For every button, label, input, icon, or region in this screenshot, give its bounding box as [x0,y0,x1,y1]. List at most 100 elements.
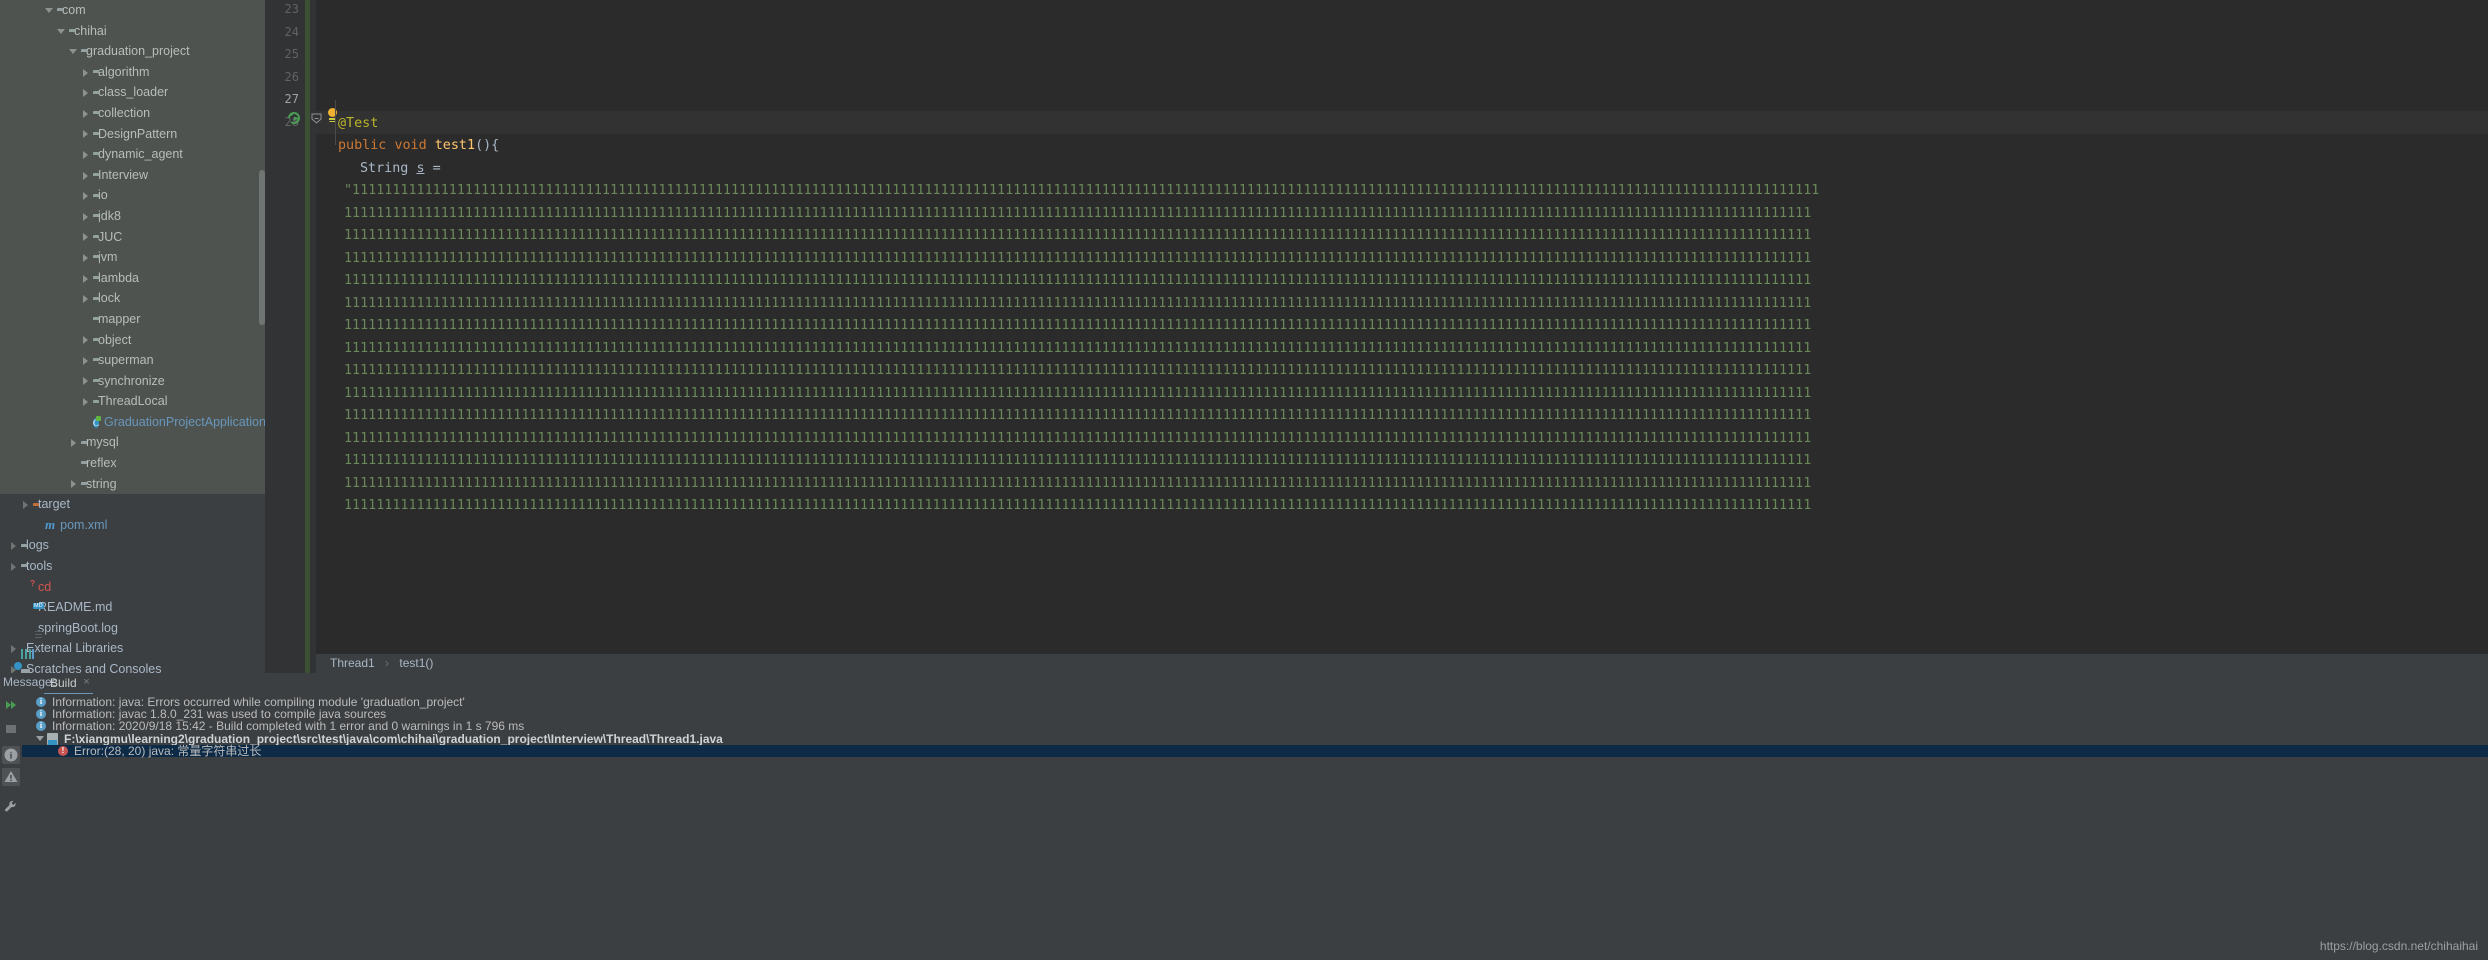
tab-build[interactable]: Build × [44,673,93,695]
chevron-right-icon[interactable] [80,67,91,78]
messages-list[interactable]: i Information: java: Errors occurred whil… [22,694,2488,960]
breadcrumb-class[interactable]: Thread1 [330,656,375,670]
tree-item-algorithm[interactable]: algorithm [0,61,265,83]
build-message-error[interactable]: ! Error:(28, 20) java: 常量字符串过长 [22,744,2488,757]
chevron-right-icon[interactable] [80,396,91,407]
code-line-string-literal: 1111111111111111111111111111111111111111… [344,318,1812,333]
chevron-right-icon[interactable] [80,273,91,284]
run-test-gutter-icon[interactable] [287,111,301,125]
tree-item-springboot-log[interactable]: springBoot.log [0,617,265,639]
chevron-right-icon[interactable] [68,478,79,489]
chevron-right-icon[interactable] [80,211,91,222]
tree-item-lambda[interactable]: lambda [0,267,265,289]
close-icon[interactable]: × [83,676,89,688]
tree-item-chihai[interactable]: chihai [0,20,265,42]
tree-item-mysql[interactable]: mysql [0,432,265,454]
tree-item-mapper[interactable]: mapper [0,308,265,330]
tree-item-class-loader[interactable]: class_loader [0,82,265,103]
stop-icon[interactable] [2,720,20,738]
line-number: 24 [284,24,299,39]
tree-item-label: graduation_project [86,44,190,59]
tree-item-string[interactable]: string [0,473,265,495]
tree-item-interview[interactable]: Interview [0,164,265,186]
chevron-right-icon[interactable] [80,293,91,304]
tree-item-juc[interactable]: JUC [0,226,265,248]
code-line-string-literal: 1111111111111111111111111111111111111111… [344,273,1812,288]
tree-item-logs[interactable]: logs [0,535,265,557]
build-message-info[interactable]: i Information: 2020/9/18 15:42 - Build co… [22,720,2488,732]
code-text[interactable]: @Test public void test1(){String s = "1111… [316,0,2488,673]
chevron-right-icon[interactable] [80,375,91,386]
info-filter-icon[interactable]: i [2,746,20,764]
tree-item-reflex[interactable]: reflex [0,453,265,474]
chevron-down-icon[interactable] [44,5,55,16]
tree-item-dynamic-agent[interactable]: dynamic_agent [0,144,265,165]
tree-item-designpattern[interactable]: DesignPattern [0,123,265,145]
tree-item-external-libraries[interactable]: External Libraries [0,638,265,659]
chevron-right-icon[interactable] [20,499,31,510]
chevron-right-icon[interactable] [80,108,91,119]
tree-item-jvm[interactable]: jvm [0,247,265,268]
code-line-string-decl: String s = [360,160,441,176]
messages-toolbar[interactable]: i [0,694,22,960]
chevron-right-icon[interactable] [8,561,19,572]
tree-item-superman[interactable]: superman [0,350,265,371]
chevron-right-icon[interactable] [80,170,91,181]
chevron-down-icon[interactable] [36,734,45,743]
chevron-right-icon[interactable] [80,128,91,139]
line-number: 25 [284,47,299,61]
tree-item-cd[interactable]: ? cd [0,576,265,598]
code-editor[interactable]: 232425262728 @Testpublic void test [265,0,2488,673]
chevron-right-icon[interactable] [80,334,91,345]
editor-breadcrumb[interactable]: Thread1 › test1() [316,654,2488,673]
tree-item-com[interactable]: com [0,0,265,21]
tree-item-tools[interactable]: tools [0,556,265,577]
build-message-info[interactable]: i Information: java: Errors occurred whil… [22,696,2488,708]
breadcrumb-method[interactable]: test1() [399,656,433,670]
tree-item-pom-xml[interactable]: m pom.xml [0,514,265,536]
breadcrumb-separator-icon: › [385,656,390,670]
chevron-down-icon[interactable] [68,46,79,57]
chevron-right-icon[interactable] [80,190,91,201]
chevron-right-icon[interactable] [80,149,91,160]
project-tree-panel[interactable]: com chihai graduation_project algorithm clas… [0,0,265,673]
chevron-right-icon[interactable] [80,355,91,366]
project-tree[interactable]: com chihai graduation_project algorithm clas… [0,0,265,673]
chevron-down-icon[interactable] [56,25,67,36]
tree-item-scratches-and-consoles[interactable]: Scratches and Consoles [0,659,265,673]
chevron-right-icon[interactable] [80,252,91,263]
build-message-text: Information: java: Errors occurred while… [52,695,465,710]
tree-item-io[interactable]: io [0,185,265,206]
tree-item-label: reflex [86,456,117,471]
build-message-file-path[interactable]: F:\xiangmu\learning2\graduation_project\… [22,732,2488,745]
tree-item-object[interactable]: object [0,329,265,351]
tree-item-label: collection [98,105,151,120]
chevron-right-icon[interactable] [68,437,79,448]
line-number: 27 [284,92,299,106]
chevron-right-icon[interactable] [80,87,91,98]
editor-gutter[interactable]: 23 24 25 26 27 28 [265,0,305,673]
chevron-right-icon[interactable] [8,643,19,654]
build-message-text: Information: 2020/9/18 15:42 - Build com… [52,719,525,734]
code-line-string-literal: 1111111111111111111111111111111111111111… [344,363,1812,378]
tree-item-lock[interactable]: lock [0,288,265,309]
tree-item-graduation-project[interactable]: graduation_project [0,41,265,62]
code-line-blank-24 [316,68,2488,91]
tree-item-jdk8[interactable]: jdk8 [0,205,265,227]
tree-item-graduationprojectapplicationtests[interactable]: C GraduationProjectApplicationTests [0,411,265,433]
test-annotation: @Test [338,115,379,131]
run-all-icon[interactable] [2,696,20,714]
code-line-string-literal: 1111111111111111111111111111111111111111… [344,205,1812,221]
warning-filter-icon[interactable] [2,768,20,786]
tree-item-target[interactable]: target [0,494,265,515]
settings-wrench-icon[interactable] [2,798,20,816]
tree-item-readme-md[interactable]: MD README.md [0,597,265,618]
build-messages-panel: Messages: Build × i i Information: java:… [0,673,2488,960]
tree-item-threadlocal[interactable]: ThreadLocal [0,391,265,412]
code-line-string-literal: "111111111111111111111111111111111111111… [344,183,1820,198]
tree-item-synchronize[interactable]: synchronize [0,370,265,392]
code-line-blank-25 [316,90,2488,113]
chevron-right-icon[interactable] [80,231,91,242]
tree-item-collection[interactable]: collection [0,102,265,124]
chevron-right-icon[interactable] [8,540,19,551]
